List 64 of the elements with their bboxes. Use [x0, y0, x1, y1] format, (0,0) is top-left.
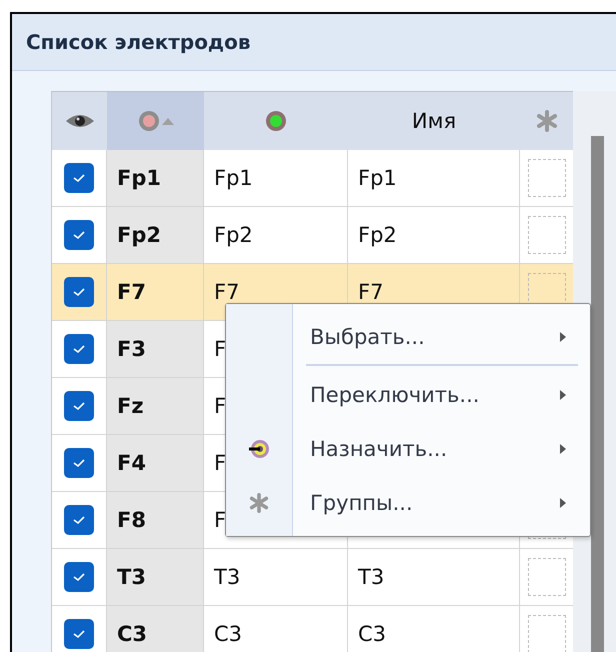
checkmark-icon: [72, 230, 86, 240]
table-cell: Fz: [117, 394, 144, 418]
table-cell: Fp2: [214, 223, 253, 247]
checkmark-icon: [72, 629, 86, 639]
checkmark-icon: [72, 173, 86, 183]
submenu-arrow-icon: [560, 498, 566, 508]
checkmark-icon: [72, 458, 86, 468]
table-cell: F4: [117, 451, 146, 475]
table-cell: T3: [358, 565, 384, 589]
reference-dot-icon: [138, 110, 160, 132]
table-row[interactable]: C3 C3 C3: [52, 606, 573, 652]
asterisk-icon: [536, 110, 558, 132]
checkmark-icon: [72, 287, 86, 297]
submenu-arrow-icon: [560, 332, 566, 342]
dashed-box-icon: [528, 615, 566, 652]
menu-item[interactable]: Назначить...: [226, 422, 590, 476]
scroll-thumb[interactable]: [591, 136, 604, 652]
checkmark-icon: [72, 572, 86, 582]
table-cell: F7: [358, 280, 384, 304]
asterisk-icon: [249, 493, 269, 513]
table-cell: Fp1: [358, 166, 397, 190]
table-row[interactable]: Fp1 Fp1 Fp1: [52, 150, 573, 207]
table-cell: F: [214, 451, 226, 475]
table-row[interactable]: Fp2 Fp2 Fp2: [52, 207, 573, 264]
checkbox[interactable]: [64, 163, 94, 193]
table-cell: F: [214, 337, 226, 361]
checkbox[interactable]: [64, 277, 94, 307]
table-cell: F: [214, 394, 226, 418]
table-cell: C3: [214, 622, 242, 646]
checkmark-icon: [72, 401, 86, 411]
panel-title: Список электродов: [26, 30, 250, 54]
table-cell: F7: [117, 280, 146, 304]
table-cell: C3: [358, 622, 386, 646]
dashed-box-icon: [528, 216, 566, 254]
table-cell: T3: [214, 565, 240, 589]
table-row[interactable]: T3 T3 T3: [52, 549, 573, 606]
eye-icon: [64, 113, 94, 129]
table-cell: Fp2: [117, 223, 161, 247]
submenu-arrow-icon: [560, 390, 566, 400]
table-cell: Fp1: [117, 166, 161, 190]
table-cell: F3: [117, 337, 146, 361]
submenu-arrow-icon: [560, 444, 566, 454]
checkbox[interactable]: [64, 220, 94, 250]
table-cell: F8: [117, 508, 146, 532]
target-icon: [248, 439, 270, 459]
checkbox[interactable]: [64, 619, 94, 649]
menu-item[interactable]: Группы...: [226, 476, 590, 530]
table-cell: C3: [117, 622, 148, 646]
menu-item[interactable]: Переключить...: [226, 368, 590, 422]
table-cell: Fp2: [358, 223, 397, 247]
checkbox[interactable]: [64, 562, 94, 592]
checkbox[interactable]: [64, 334, 94, 364]
checkmark-icon: [72, 515, 86, 525]
status-dot-icon: [265, 110, 287, 132]
table-cell: Fp1: [214, 166, 253, 190]
table-cell: T3: [117, 565, 146, 589]
dashed-box-icon: [528, 159, 566, 197]
checkbox[interactable]: [64, 505, 94, 535]
checkbox[interactable]: [64, 448, 94, 478]
dashed-box-icon: [528, 558, 566, 596]
table-cell: F7: [214, 280, 240, 304]
checkmark-icon: [72, 344, 86, 354]
table-cell: F: [214, 508, 226, 532]
checkbox[interactable]: [64, 391, 94, 421]
